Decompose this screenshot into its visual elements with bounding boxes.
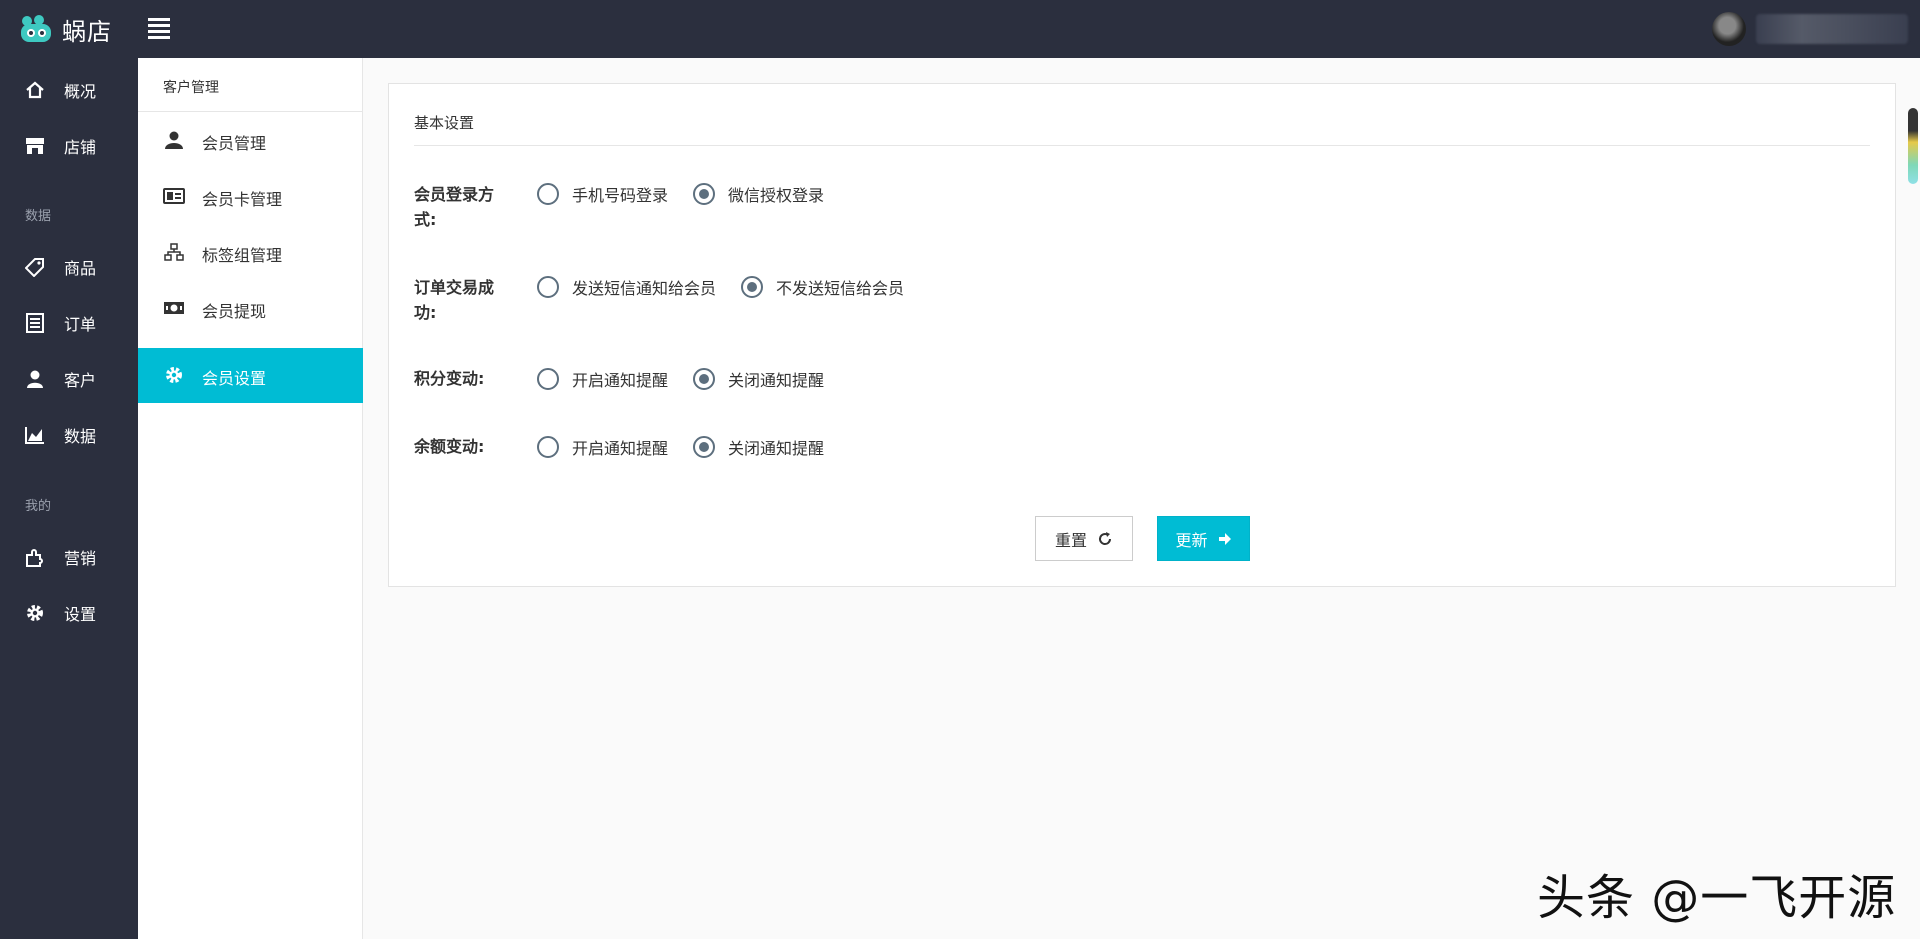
chart-icon: [25, 425, 45, 445]
radio-circle: [537, 368, 559, 390]
subnav-item-member-card[interactable]: 会员卡管理: [138, 169, 363, 224]
puzzle-icon: [25, 547, 45, 567]
brand-logo[interactable]: 蜗店: [18, 12, 112, 46]
radio-label: 不发送短信给会员: [776, 279, 905, 298]
radio-label: 关闭通知提醒: [728, 371, 825, 390]
cash-icon: [163, 299, 185, 317]
balance-change-label: 余额变动:: [414, 437, 485, 456]
update-button[interactable]: 更新: [1157, 516, 1250, 561]
reset-button[interactable]: 重置: [1035, 516, 1133, 561]
sidebar-item-marketing[interactable]: 营销: [0, 532, 138, 582]
sidebar-item-label: 设置: [64, 605, 97, 624]
subnav-item-label: 标签组管理: [202, 246, 283, 265]
settings-panel: 基本设置 会员登录方式: 手机号码登录 微信授权登录 订单交易成功: 发送短信通…: [388, 83, 1896, 587]
reset-button-label: 重置: [1054, 530, 1087, 550]
radio-circle: [537, 276, 559, 298]
update-button-label: 更新: [1175, 530, 1208, 550]
card-icon: [163, 187, 185, 205]
sidebar-group-label: 我的: [25, 499, 52, 514]
radio-no-sms[interactable]: 不发送短信给会员: [741, 275, 904, 299]
radio-circle: [693, 436, 715, 458]
sitemap-icon: [163, 243, 185, 261]
user-icon: [25, 369, 45, 389]
subnav-title: 客户管理: [138, 58, 363, 112]
radio-balance-notify-on[interactable]: 开启通知提醒: [537, 435, 668, 459]
radio-phone-login[interactable]: 手机号码登录: [537, 182, 668, 206]
subnav-item-label: 会员提现: [202, 302, 267, 321]
subnav-item-member-management[interactable]: 会员管理: [138, 113, 363, 168]
subnav-item-label: 会员设置: [202, 369, 267, 388]
sidebar-item-label: 客户: [64, 371, 97, 390]
order-success-label: 订单交易成功:: [414, 278, 495, 322]
sidebar-item-label: 数据: [64, 427, 97, 446]
sidebar-item-customers[interactable]: 客户: [0, 354, 138, 404]
avatar[interactable]: [1712, 12, 1746, 46]
subnav-item-member-settings[interactable]: 会员设置: [138, 348, 363, 403]
home-icon: [25, 80, 45, 100]
refresh-icon: [1097, 531, 1113, 547]
user-name[interactable]: [1756, 14, 1908, 44]
radio-label: 开启通知提醒: [572, 371, 669, 390]
scrollbar-thumb[interactable]: [1908, 108, 1918, 184]
radio-label: 关闭通知提醒: [728, 439, 825, 458]
section-title: 基本设置: [414, 114, 475, 132]
tag-icon: [25, 257, 45, 277]
radio-label: 微信授权登录: [728, 186, 825, 205]
radio-points-notify-off[interactable]: 关闭通知提醒: [693, 367, 824, 391]
sidebar-group-label: 数据: [25, 209, 52, 224]
radio-points-notify-on[interactable]: 开启通知提醒: [537, 367, 668, 391]
sidebar-item-data[interactable]: 数据: [0, 410, 138, 460]
sidebar-item-label: 订单: [64, 315, 97, 334]
sidebar-item-label: 商品: [64, 259, 97, 278]
radio-circle: [537, 183, 559, 205]
subnav-item-label: 会员卡管理: [202, 190, 283, 209]
subnav-item-member-withdraw[interactable]: 会员提现: [138, 281, 363, 336]
radio-balance-notify-off[interactable]: 关闭通知提醒: [693, 435, 824, 459]
radio-send-sms[interactable]: 发送短信通知给会员: [537, 275, 716, 299]
gear-icon: [163, 366, 185, 384]
radio-circle: [693, 368, 715, 390]
sidebar-item-label: 店铺: [64, 138, 97, 157]
top-bar: 蜗店: [0, 0, 1920, 58]
radio-label: 开启通知提醒: [572, 439, 669, 458]
gear-icon: [25, 603, 45, 623]
list-icon: [25, 313, 45, 333]
watermark: 头条 @一飞开源: [1537, 870, 1897, 926]
arrow-right-icon: [1218, 532, 1232, 546]
radio-circle: [537, 436, 559, 458]
store-icon: [25, 136, 45, 156]
subnav-item-tag-groups[interactable]: 标签组管理: [138, 225, 363, 280]
sidebar-item-settings[interactable]: 设置: [0, 588, 138, 638]
sidebar-item-products[interactable]: 商品: [0, 242, 138, 292]
login-method-label: 会员登录方式:: [414, 185, 495, 229]
sidebar-item-store[interactable]: 店铺: [0, 121, 138, 171]
subnav-item-label: 会员管理: [202, 134, 267, 153]
sidebar-item-orders[interactable]: 订单: [0, 298, 138, 348]
radio-wechat-login[interactable]: 微信授权登录: [693, 182, 824, 206]
radio-label: 发送短信通知给会员: [572, 279, 717, 298]
brand-name: 蜗店: [62, 17, 112, 46]
radio-circle: [693, 183, 715, 205]
main-sidebar: 概况 店铺 数据 商品 订单 客户 数据 我的 营销 设置: [0, 58, 138, 939]
member-icon: [163, 131, 185, 149]
scrollbar[interactable]: [1908, 108, 1918, 184]
sub-sidebar: 客户管理 会员管理 会员卡管理 标签组管理 会员提现 会员设置: [138, 58, 363, 939]
snail-logo-icon: [21, 15, 51, 42]
sidebar-item-label: 营销: [64, 549, 97, 568]
divider: [414, 145, 1870, 146]
menu-toggle-icon[interactable]: [148, 18, 170, 39]
sidebar-item-overview[interactable]: 概况: [0, 65, 138, 115]
points-change-label: 积分变动:: [414, 369, 485, 388]
radio-label: 手机号码登录: [572, 186, 669, 205]
radio-circle: [741, 276, 763, 298]
sidebar-item-label: 概况: [64, 82, 97, 101]
